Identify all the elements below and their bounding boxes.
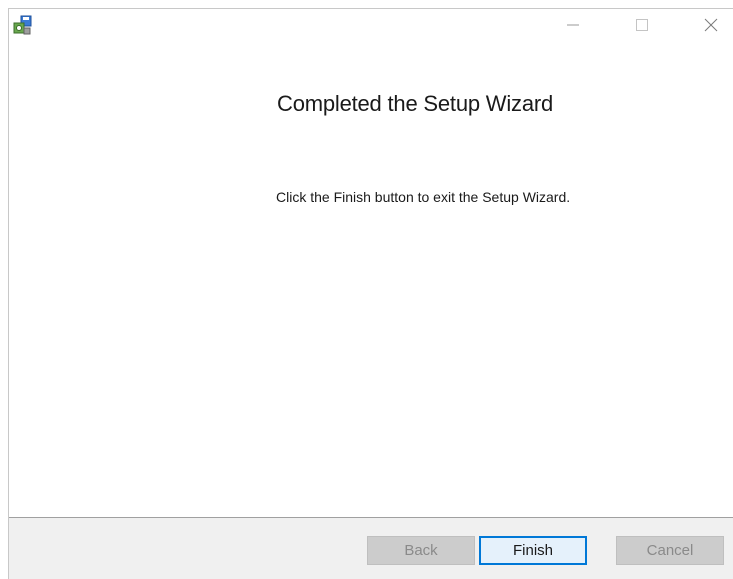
wizard-message: Click the Finish button to exit the Setu…: [276, 189, 571, 205]
page-title: Completed the Setup Wizard: [277, 91, 554, 116]
cancel-button[interactable]: Cancel: [616, 536, 724, 565]
back-button[interactable]: Back: [367, 536, 475, 565]
wizard-content: Completed the Setup Wizard Click the Fin…: [9, 47, 733, 514]
installer-icon: [12, 15, 34, 37]
maximize-icon: [636, 18, 648, 36]
minimize-icon: [567, 18, 579, 36]
close-button[interactable]: [688, 9, 733, 45]
wizard-footer: Back Finish Cancel: [9, 518, 733, 579]
finish-button[interactable]: Finish: [479, 536, 587, 565]
maximize-button[interactable]: [619, 9, 665, 45]
minimize-button[interactable]: [550, 9, 596, 45]
setup-wizard-window: Completed the Setup Wizard Click the Fin…: [8, 8, 733, 579]
title-bar: [9, 9, 733, 47]
close-icon: [704, 18, 718, 37]
